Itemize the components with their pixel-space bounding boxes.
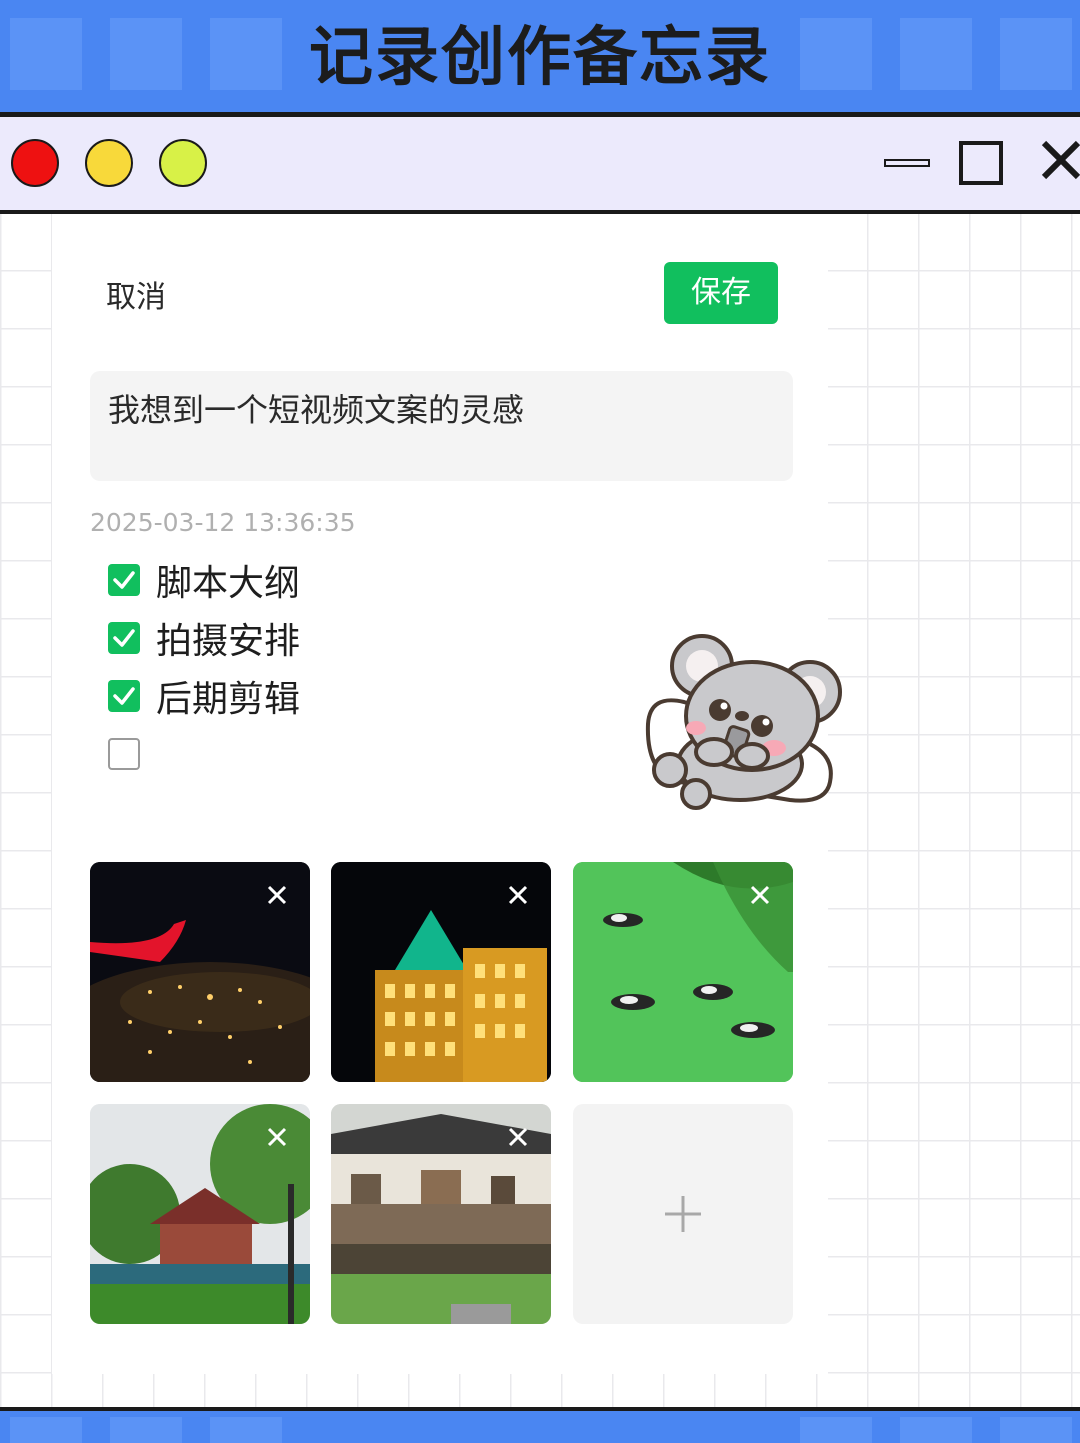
checkmark-icon — [113, 687, 135, 705]
memo-editor: 取消 保存 我想到一个短视频文案的灵感 2025-03-12 13:36:35 … — [52, 214, 842, 1374]
checkmark-icon — [113, 571, 135, 589]
checklist-label: 拍摄安排 — [156, 621, 301, 662]
ducks-green-pond-photo[interactable] — [573, 862, 793, 1082]
banner-tile — [10, 1417, 82, 1443]
checklist-label: 后期剪辑 — [156, 679, 301, 720]
remove-photo-icon[interactable] — [266, 1126, 288, 1148]
koala-sticker-icon — [645, 634, 842, 810]
banner-tile — [900, 1417, 972, 1443]
checkbox-checked[interactable] — [108, 622, 140, 654]
banner-tile — [110, 1417, 182, 1443]
checkmark-icon — [113, 629, 135, 647]
window-titlebar — [0, 117, 1080, 211]
close-icon[interactable] — [1040, 139, 1080, 187]
bottom-banner — [0, 1411, 1080, 1443]
maximize-button[interactable] — [959, 141, 1003, 185]
checkbox-unchecked[interactable] — [108, 738, 140, 770]
memo-title-text: 我想到一个短视频文案的灵感 — [108, 391, 525, 429]
remove-photo-icon[interactable] — [507, 884, 529, 906]
night-flight-city-photo[interactable] — [90, 862, 310, 1082]
checkbox-checked[interactable] — [108, 680, 140, 712]
minimize-button[interactable] — [884, 159, 930, 167]
top-banner: 记录创作备忘录 — [0, 0, 1080, 112]
banner-title: 记录创作备忘录 — [309, 21, 771, 95]
zoom-dot[interactable] — [159, 139, 207, 187]
illuminated-building-photo[interactable] — [331, 862, 551, 1082]
close-dot[interactable] — [11, 139, 59, 187]
remove-photo-icon[interactable] — [507, 1126, 529, 1148]
canal-houses-photo[interactable] — [331, 1104, 551, 1324]
minimize-dot[interactable] — [85, 139, 133, 187]
banner-tile — [210, 1417, 282, 1443]
checkbox-checked[interactable] — [108, 564, 140, 596]
add-photo-button[interactable] — [573, 1104, 793, 1324]
plus-icon — [665, 1196, 701, 1232]
banner-tile — [1000, 1417, 1072, 1443]
save-button[interactable]: 保存 — [664, 262, 778, 324]
checklist-label: 脚本大纲 — [156, 563, 301, 604]
remove-photo-icon[interactable] — [266, 884, 288, 906]
pavilion-trees-photo[interactable] — [90, 1104, 310, 1324]
banner-tile — [800, 1417, 872, 1443]
memo-timestamp: 2025-03-12 13:36:35 — [90, 508, 356, 537]
remove-photo-icon[interactable] — [749, 884, 771, 906]
memo-title-field[interactable]: 我想到一个短视频文案的灵感 — [90, 371, 793, 481]
cancel-button[interactable]: 取消 — [106, 272, 166, 316]
